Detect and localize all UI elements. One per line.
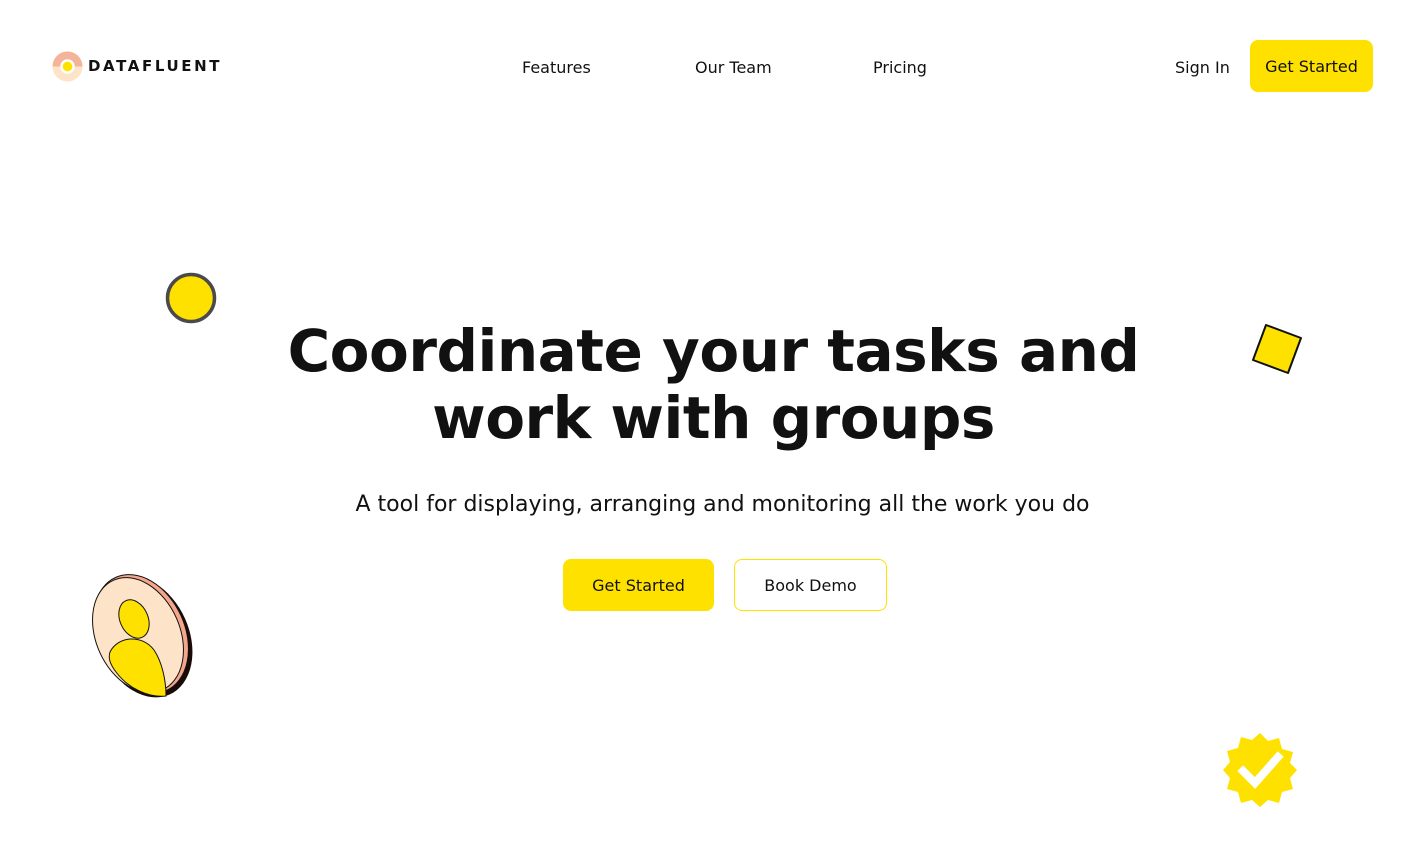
hero-title-line-1: Coordinate your tasks and [287, 317, 1140, 385]
yellow-square-icon [1252, 324, 1302, 374]
header-get-started-button[interactable]: Get Started [1250, 40, 1373, 92]
brand-name: DATAFLUENT [88, 57, 223, 75]
datafluent-logo-icon [52, 50, 83, 82]
nav-link-features[interactable]: Features [522, 58, 591, 78]
nav-link-pricing[interactable]: Pricing [873, 58, 927, 78]
yellow-circle-icon [165, 272, 217, 324]
hero-title-line-2: work with groups [432, 384, 995, 452]
nav-link-our-team[interactable]: Our Team [695, 58, 772, 78]
hero-get-started-button[interactable]: Get Started [563, 559, 714, 611]
hero-subtitle: A tool for displaying, arranging and mon… [355, 492, 1090, 517]
book-demo-button[interactable]: Book Demo [734, 559, 887, 611]
sign-in-link[interactable]: Sign In [1175, 58, 1230, 78]
brand-logo[interactable]: DATAFLUENT [52, 50, 222, 82]
hero-title: Coordinate your tasks and work with grou… [0, 318, 1427, 452]
verified-badge-icon [1223, 733, 1297, 807]
user-coin-icon [92, 574, 193, 698]
